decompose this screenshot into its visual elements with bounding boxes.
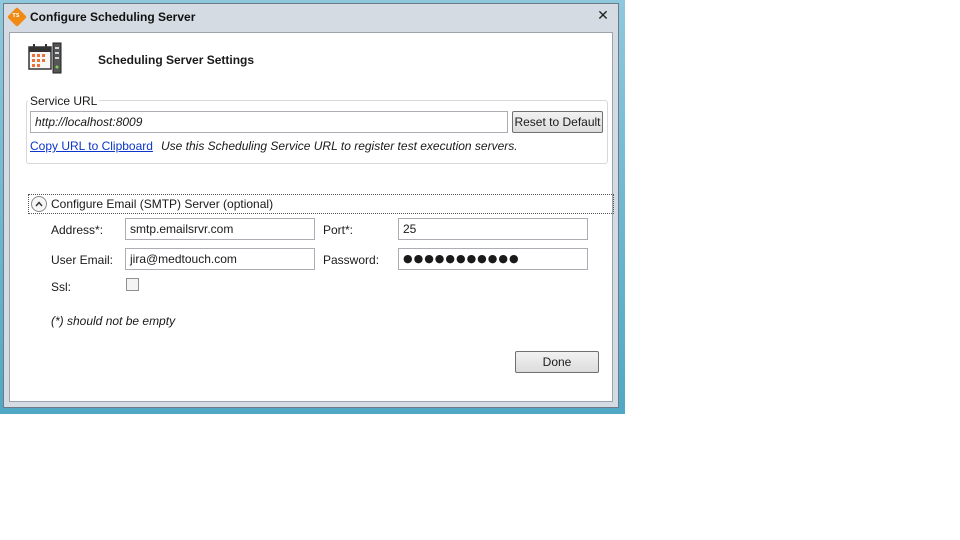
email-server-expander-label: Configure Email (SMTP) Server (optional) — [51, 197, 274, 211]
title-bar[interactable]: TS Configure Scheduling Server ✕ — [4, 4, 618, 32]
configure-scheduling-server-dialog: TS Configure Scheduling Server ✕ Schedul… — [3, 3, 619, 408]
calendar-server-icon — [27, 41, 63, 75]
copy-url-link[interactable]: Copy URL to Clipboard — [30, 139, 153, 153]
ssl-checkbox[interactable] — [126, 278, 139, 291]
service-url-hint: Use this Scheduling Service URL to regis… — [161, 139, 518, 153]
address-input[interactable]: smtp.emailsrvr.com — [125, 218, 315, 240]
user-email-label: User Email: — [51, 253, 114, 267]
port-input[interactable]: 25 — [398, 218, 588, 240]
user-email-input[interactable]: jira@medtouch.com — [125, 248, 315, 270]
ts-logo-icon: TS — [7, 7, 27, 27]
ssl-label: Ssl: — [51, 280, 72, 294]
required-fields-note: (*) should not be empty — [51, 314, 176, 328]
window-title: Configure Scheduling Server — [30, 10, 196, 24]
dialog-content: Scheduling Server Settings Service URL h… — [9, 32, 614, 402]
password-input[interactable]: ●●●●●●●●●●● — [398, 248, 588, 270]
password-label: Password: — [323, 253, 380, 267]
reset-to-default-button[interactable]: Reset to Default — [512, 111, 603, 133]
email-server-expander[interactable]: Configure Email (SMTP) Server (optional) — [28, 194, 614, 214]
chevron-up-icon[interactable] — [31, 196, 47, 212]
address-label: Address*: — [51, 223, 104, 237]
page-title: Scheduling Server Settings — [98, 53, 255, 67]
done-button[interactable]: Done — [515, 351, 599, 373]
close-button[interactable]: ✕ — [594, 7, 612, 25]
service-url-input[interactable]: http://localhost:8009 — [30, 111, 508, 133]
port-label: Port*: — [323, 223, 354, 237]
service-url-group-label: Service URL — [28, 94, 100, 108]
